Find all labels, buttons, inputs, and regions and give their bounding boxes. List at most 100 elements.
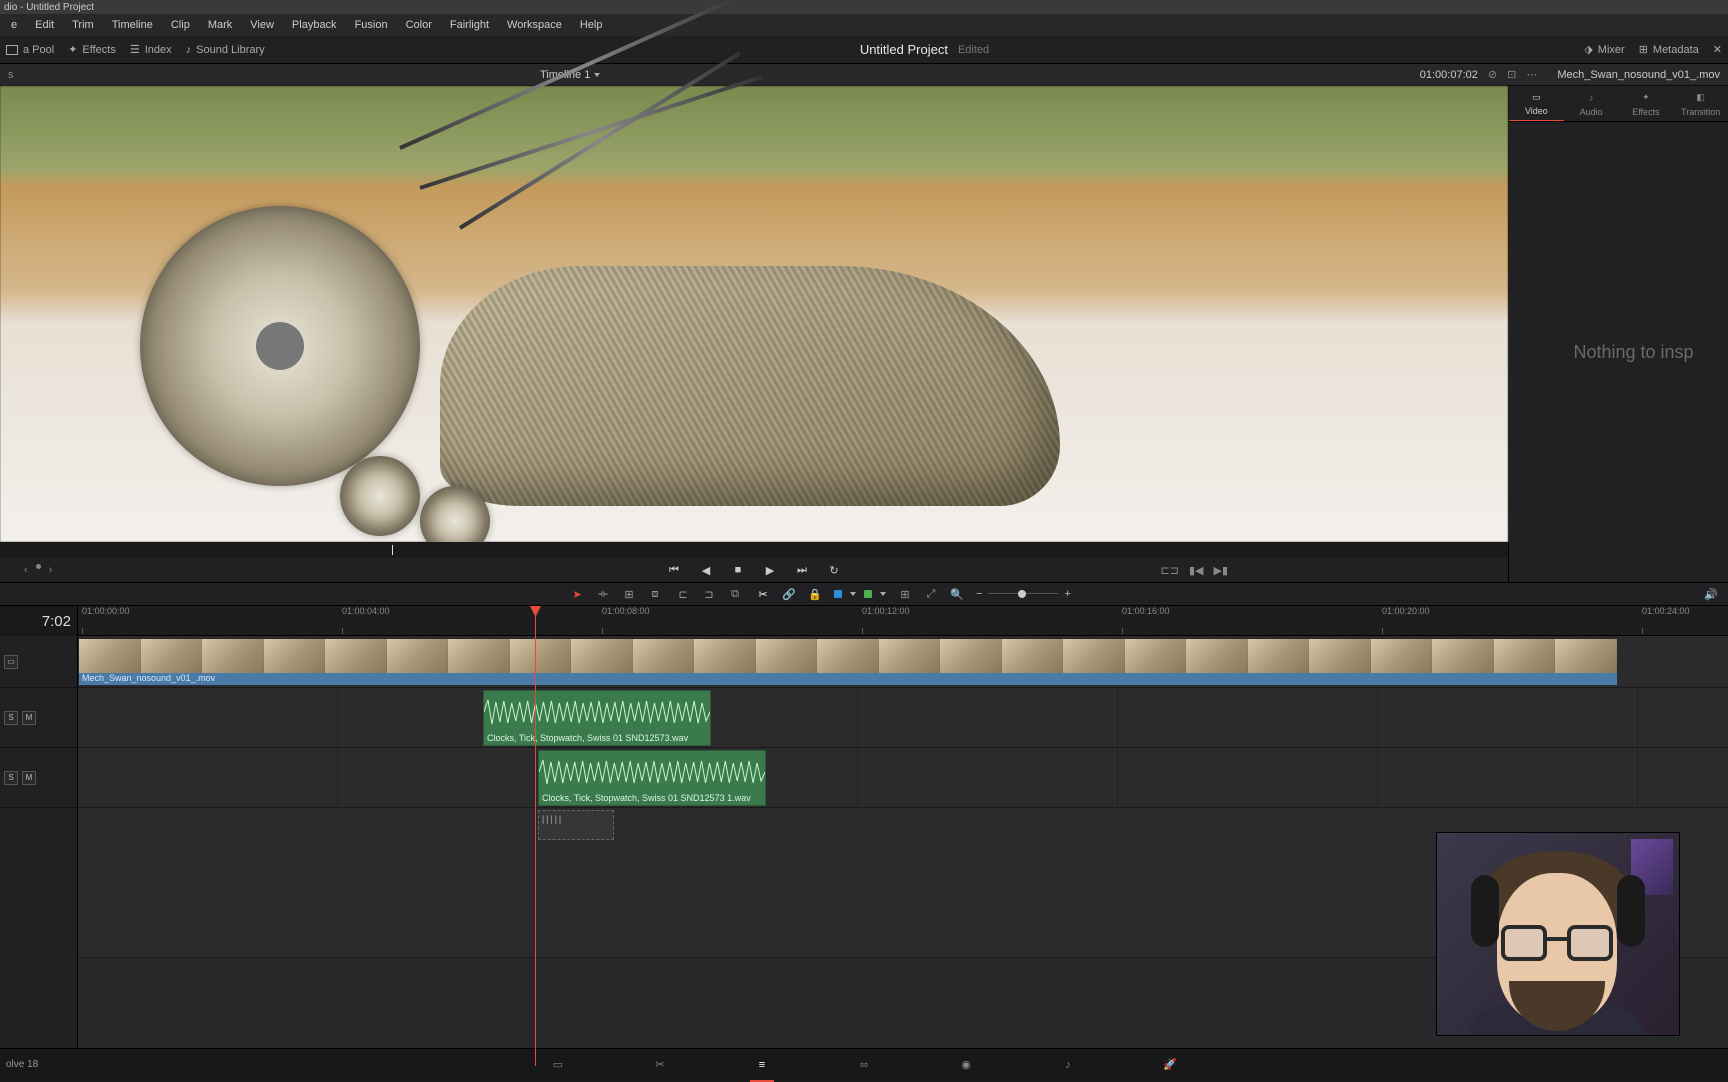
replace-clip-button[interactable]: ⧉ — [726, 585, 744, 603]
playhead[interactable] — [535, 606, 536, 1066]
menu-view[interactable]: View — [241, 16, 283, 34]
audio-clip-a2[interactable]: Clocks, Tick, Stopwatch, Swiss 01 SND125… — [538, 750, 766, 806]
panel-mixer[interactable]: ⬗Mixer — [1584, 43, 1624, 56]
play-button[interactable]: ▶ — [762, 562, 778, 578]
jump-first-button[interactable]: ⏮ — [666, 562, 682, 578]
panel-media-pool[interactable]: a Pool — [6, 44, 54, 56]
track-solo-button[interactable]: S — [4, 711, 18, 725]
dynamic-trim-tool[interactable]: ⊞ — [620, 585, 638, 603]
playhead-timecode[interactable]: 7:02 — [0, 606, 77, 636]
sound-library-icon: ♪ — [186, 44, 192, 56]
nav-prev-icon[interactable]: ‹ — [24, 564, 28, 576]
step-back-button[interactable]: ◀ — [698, 562, 714, 578]
page-cut[interactable]: ✂ — [649, 1054, 671, 1076]
track-a2[interactable]: Clocks, Tick, Stopwatch, Swiss 01 SND125… — [78, 748, 1728, 808]
audio-clip-a1[interactable]: Clocks, Tick, Stopwatch, Swiss 01 SND125… — [483, 690, 711, 746]
track-a1[interactable]: Clocks, Tick, Stopwatch, Swiss 01 SND125… — [78, 688, 1728, 748]
clip-label: Mech_Swan_nosound_v01_.mov — [79, 673, 1617, 685]
flag-blue-button[interactable] — [834, 590, 842, 598]
zoom-out-icon[interactable]: − — [976, 588, 982, 600]
zoom-fit-button[interactable]: ⤢ — [922, 585, 940, 603]
viewer-timecode[interactable]: 01:00:07:02 — [1420, 69, 1478, 81]
menu-help[interactable]: Help — [571, 16, 612, 34]
match-frame-icon[interactable]: ⊏⊐ — [1161, 564, 1179, 577]
viewer-left-tab[interactable]: s — [8, 69, 14, 81]
page-fusion[interactable]: ∞ — [853, 1054, 875, 1076]
menu-clip[interactable]: Clip — [162, 16, 199, 34]
timeline-zoom-slider[interactable]: − + — [976, 588, 1071, 600]
track-lock-button[interactable]: ▭ — [4, 655, 18, 669]
snap-button[interactable]: ⊞ — [896, 585, 914, 603]
viewer-mini-timeline[interactable] — [0, 542, 1508, 558]
video-clip[interactable]: Mech_Swan_nosound_v01_.mov — [78, 638, 1618, 686]
track-header-a2[interactable]: 2.0 S M — [0, 748, 77, 808]
lock-button[interactable]: 🔒 — [806, 585, 824, 603]
project-title: Untitled Project — [860, 42, 948, 57]
nav-next-icon[interactable]: › — [49, 564, 53, 576]
zoom-in-icon[interactable]: + — [1064, 588, 1070, 600]
step-next-icon[interactable]: ▶▮ — [1213, 564, 1228, 577]
page-color[interactable]: ◉ — [955, 1054, 977, 1076]
bypass-icon[interactable]: ⊘ — [1488, 68, 1497, 81]
menu-timeline[interactable]: Timeline — [103, 16, 162, 34]
app-version: olve 18 — [6, 1059, 38, 1070]
timeline-ruler[interactable]: 01:00:00:00 01:00:04:00 01:00:08:00 01:0… — [78, 606, 1728, 636]
link-button[interactable]: 🔗 — [780, 585, 798, 603]
menu-trim[interactable]: Trim — [63, 16, 103, 34]
inspector-tab-effects[interactable]: ✦Effects — [1619, 86, 1674, 121]
blade-tool[interactable]: ⧈ — [646, 585, 664, 603]
chevron-down-icon[interactable] — [880, 592, 886, 596]
program-viewer[interactable] — [0, 86, 1508, 542]
blade-edit-button[interactable]: ✂ — [754, 585, 772, 603]
menu-fusion[interactable]: Fusion — [346, 16, 397, 34]
drag-ghost-clip[interactable]: ┃┃┃┃┃ — [538, 810, 614, 840]
track-mute-button[interactable]: M — [22, 711, 36, 725]
video-icon: ▭ — [1529, 90, 1543, 104]
ruler-tick: 01:00:08:00 — [602, 606, 650, 616]
track-solo-button[interactable]: S — [4, 771, 18, 785]
jump-last-button[interactable]: ⏭ — [794, 562, 810, 578]
viewer-zoom-icon[interactable]: ⊡ — [1507, 68, 1516, 81]
loop-button[interactable]: ↻ — [826, 562, 842, 578]
menu-mark[interactable]: Mark — [199, 16, 241, 34]
inspector-tab-audio[interactable]: ♪Audio — [1564, 86, 1619, 121]
page-fairlight[interactable]: ♪ — [1057, 1054, 1079, 1076]
page-deliver[interactable]: 🚀 — [1159, 1054, 1181, 1076]
menu-playback[interactable]: Playback — [283, 16, 346, 34]
viewer-options-icon[interactable]: ⋯ — [1526, 68, 1537, 81]
inspector-tab-transition[interactable]: ◧Transition — [1673, 86, 1728, 121]
track-header-a1[interactable]: 2.0 S M — [0, 688, 77, 748]
overwrite-clip-button[interactable]: ⊐ — [700, 585, 718, 603]
mixer-icon: ⬗ — [1584, 43, 1592, 56]
menu-color[interactable]: Color — [397, 16, 441, 34]
stop-button[interactable]: ■ — [730, 562, 746, 578]
timeline-toolbar: ➤ ⟛ ⊞ ⧈ ⊏ ⊐ ⧉ ✂ 🔗 🔒 ⊞ ⤢ 🔍 − + 🔊 — [0, 582, 1728, 606]
page-media[interactable]: ▭ — [547, 1054, 569, 1076]
panel-metadata[interactable]: ⊞Metadata — [1639, 43, 1699, 56]
search-button[interactable]: 🔍 — [948, 585, 966, 603]
panel-index[interactable]: ☰Index — [130, 43, 172, 56]
step-prev-icon[interactable]: ▮◀ — [1189, 564, 1204, 577]
panel-sound-library[interactable]: ♪Sound Library — [186, 44, 265, 56]
track-mute-button[interactable]: M — [22, 771, 36, 785]
inspector-tab-video[interactable]: ▭Video — [1509, 86, 1564, 121]
track-v1[interactable]: Mech_Swan_nosound_v01_.mov — [78, 636, 1728, 688]
audio-mute-button[interactable]: 🔊 — [1702, 585, 1720, 603]
marker-green-button[interactable] — [864, 590, 872, 598]
page-edit[interactable]: ≡ — [751, 1054, 773, 1076]
transport-bar: ‹ › ⏮ ◀ ■ ▶ ⏭ ↻ ⊏⊐ ▮◀ ▶▮ — [0, 558, 1508, 582]
selection-tool[interactable]: ➤ — [568, 585, 586, 603]
insert-clip-button[interactable]: ⊏ — [674, 585, 692, 603]
track-header-v1[interactable]: ▭ — [0, 636, 77, 688]
media-pool-icon — [6, 45, 18, 55]
menu-davinci[interactable]: e — [2, 16, 26, 34]
menu-workspace[interactable]: Workspace — [498, 16, 571, 34]
menu-edit[interactable]: Edit — [26, 16, 63, 34]
panel-inspector[interactable]: ✕ — [1713, 43, 1722, 56]
clip-label: Clocks, Tick, Stopwatch, Swiss 01 SND125… — [539, 793, 765, 805]
nav-dot-icon[interactable] — [36, 564, 41, 569]
menu-fairlight[interactable]: Fairlight — [441, 16, 498, 34]
trim-tool[interactable]: ⟛ — [594, 585, 612, 603]
panel-effects[interactable]: ✦Effects — [68, 43, 116, 56]
chevron-down-icon[interactable] — [850, 592, 856, 596]
